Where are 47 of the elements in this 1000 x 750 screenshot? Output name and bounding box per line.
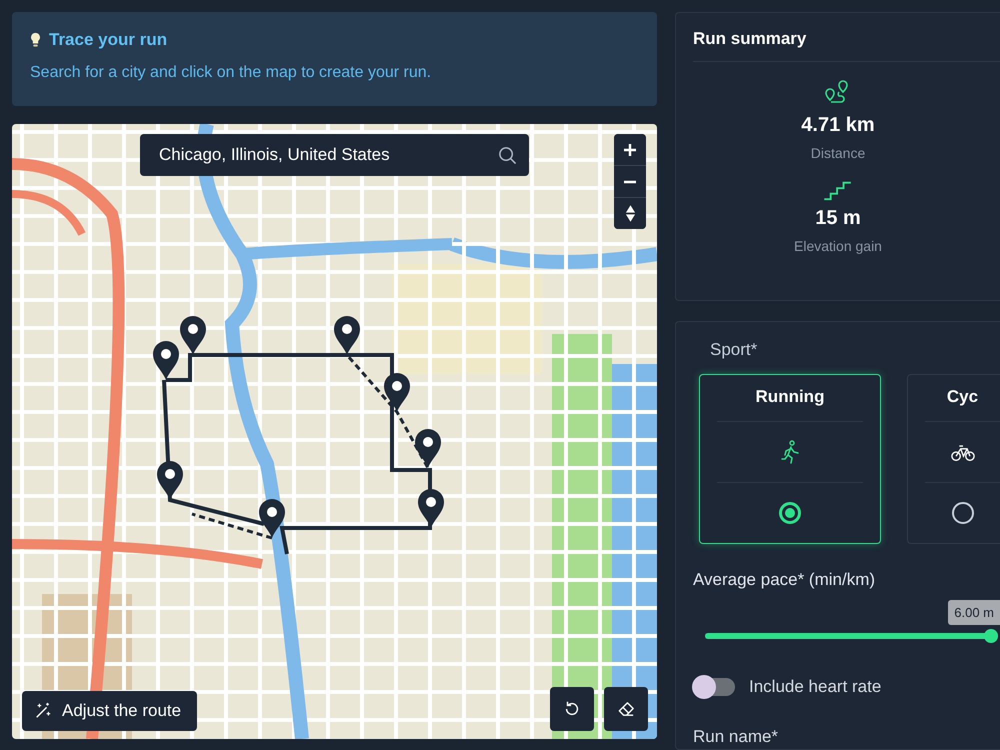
map-pin-icon[interactable] [153,341,179,380]
run-name-label: Run name* [693,727,780,747]
eraser-button[interactable] [604,687,648,731]
slider-tooltip: 6.00 m [948,600,1000,625]
sport-option[interactable]: Running [699,374,881,544]
stat-value: 4.71 km [801,114,875,137]
map-pin-icon[interactable] [384,373,410,412]
slider-thumb[interactable] [984,629,998,643]
undo-icon [563,700,581,718]
heart-rate-toggle[interactable] [693,678,735,696]
map-pin-icon[interactable] [418,489,444,528]
zoom-in-button[interactable] [614,134,646,165]
info-title: Trace your run [49,30,168,50]
map-view[interactable]: Chicago, Illinois, United States Adjust the route [12,124,657,739]
plus-icon [623,142,637,156]
compass-button[interactable] [614,198,646,229]
magic-wand-icon [34,702,52,720]
minus-icon [623,180,637,184]
search-field[interactable]: Chicago, Illinois, United States [140,134,529,176]
adjust-route-button[interactable]: Adjust the route [22,691,198,731]
stairs-icon [823,179,853,201]
search-icon [498,146,517,164]
radio-button[interactable] [779,502,801,524]
stat-label: Elevation gain [794,238,882,254]
map-pin-icon[interactable] [259,499,285,538]
compass-icon [624,204,636,223]
search-input[interactable]: Chicago, Illinois, United States [157,144,498,166]
zoom-out-button[interactable] [614,166,646,197]
stat-label: Distance [810,145,866,161]
info-text: Search for a city and click on the map to create your run. [30,64,432,82]
undo-button[interactable] [550,687,594,731]
bicycle-icon [950,442,974,462]
summary-title: Run summary [693,13,1000,62]
sport-option[interactable]: Cyc [907,374,1000,544]
stat-value: 15 m [815,207,861,230]
map-pin-icon[interactable] [334,316,360,355]
lightbulb-icon [30,32,41,48]
heart-rate-label: Include heart rate [749,677,882,697]
runner-icon [780,440,800,464]
radio-button[interactable] [952,502,974,524]
map-pin-icon[interactable] [180,316,206,355]
eraser-icon [616,700,636,718]
sport-label: Sport* [710,340,758,360]
pace-label: Average pace* (min/km) [693,570,876,590]
sport-title: Running [717,375,863,422]
sport-title: Cyc [925,375,1000,422]
map-pin-icon[interactable] [415,429,441,468]
